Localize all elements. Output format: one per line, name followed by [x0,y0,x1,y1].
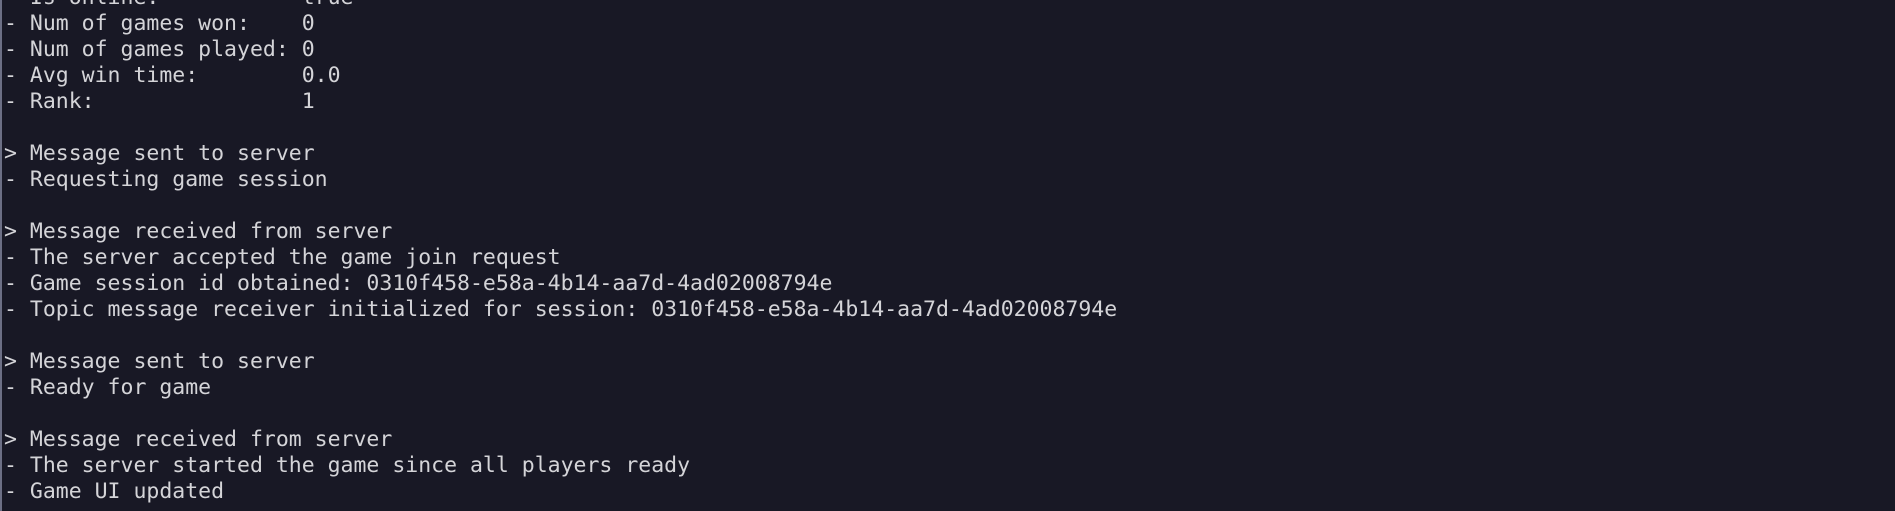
output-line-join-accepted: - The server accepted the game join requ… [4,245,561,270]
output-line-session-id: - Game session id obtained: 0310f458-e58… [4,271,833,296]
terminal-output: - Is online: true - Num of games won: 0 … [4,0,1117,505]
output-line-ui-updated: - Game UI updated [4,479,225,504]
output-line-message-sent: > Message sent to server [4,349,315,374]
output-line-avg-win-time: - Avg win time: 0.0 [4,63,341,88]
output-line-requesting-session: - Requesting game session [4,167,328,192]
output-line-games-played: - Num of games played: 0 [4,37,315,62]
output-line-blank [4,323,1117,349]
output-line-message-received: > Message received from server [4,427,393,452]
output-line-ready: - Ready for game [4,375,212,400]
output-line-message-received: > Message received from server [4,219,393,244]
terminal-window[interactable]: - Is online: true - Num of games won: 0 … [0,0,1895,511]
output-line-blank [4,115,1117,141]
output-line-games-won: - Num of games won: 0 [4,11,315,36]
output-line-blank [4,401,1117,427]
output-line-blank [4,193,1117,219]
output-line-game-started: - The server started the game since all … [4,453,691,478]
output-line-online: - Is online: true [4,0,1117,11]
output-line-message-sent: > Message sent to server [4,141,315,166]
output-line-rank: - Rank: 1 [4,89,315,114]
output-line-topic-receiver: - Topic message receiver initialized for… [4,297,1118,322]
